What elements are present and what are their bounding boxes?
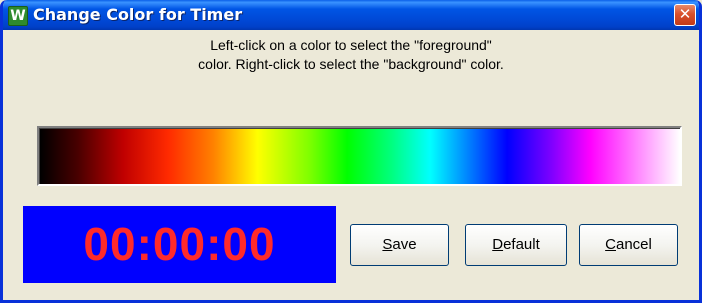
default-accelerator: D — [492, 236, 504, 253]
save-button[interactable]: Save — [350, 224, 449, 266]
close-button[interactable]: ✕ — [674, 4, 696, 26]
instructions-text: Left-click on a color to select the "for… — [3, 36, 699, 74]
cancel-label-rest: ancel — [615, 236, 652, 253]
app-logo-icon: W — [8, 6, 28, 26]
color-spectrum-gradient[interactable] — [39, 128, 680, 184]
save-accelerator: S — [382, 236, 393, 253]
window-title: Change Color for Timer — [33, 5, 243, 24]
change-color-dialog: W Change Color for Timer ✕ Left-click on… — [0, 0, 702, 303]
instructions-line-1: Left-click on a color to select the "for… — [210, 37, 492, 53]
cancel-accelerator: C — [605, 236, 616, 253]
default-button[interactable]: Default — [465, 224, 567, 266]
cancel-button[interactable]: Cancel — [579, 224, 678, 266]
title-bar[interactable]: W Change Color for Timer ✕ — [3, 0, 699, 30]
default-label-rest: efault — [503, 236, 540, 253]
close-icon: ✕ — [678, 5, 692, 23]
save-label-rest: ave — [392, 236, 417, 253]
color-spectrum-picker[interactable] — [37, 126, 682, 186]
timer-color-preview: 00:00:00 — [23, 206, 336, 283]
instructions-line-2: color. Right-click to select the "backgr… — [198, 56, 504, 72]
